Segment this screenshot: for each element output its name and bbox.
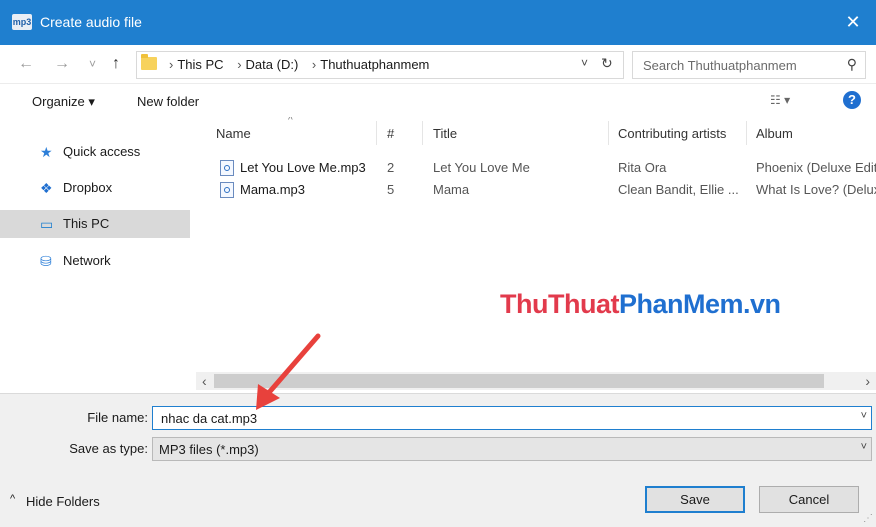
title-bar: mp3 Create audio file ✕ xyxy=(0,0,876,45)
breadcrumb-separator: › xyxy=(169,57,174,72)
file-artists: Rita Ora xyxy=(618,160,667,175)
view-options-icon[interactable]: ☷ ▾ xyxy=(770,93,790,107)
save-button[interactable]: Save xyxy=(645,486,745,513)
file-name: Mama.mp3 xyxy=(240,182,306,197)
file-name-input[interactable] xyxy=(159,410,853,427)
close-button[interactable]: ✕ xyxy=(830,0,876,45)
column-divider[interactable] xyxy=(608,121,609,145)
file-name: Let You Love Me.mp3 xyxy=(240,160,366,175)
chevron-up-icon: ^ xyxy=(10,493,16,505)
column-header-album[interactable]: Album xyxy=(756,126,793,141)
network-icon: ⛁ xyxy=(40,253,52,269)
resize-grip-icon[interactable]: ⋰ xyxy=(863,513,873,524)
save-as-type-label: Save as type: xyxy=(69,441,148,456)
breadcrumb-separator: › xyxy=(311,57,317,72)
folder-icon xyxy=(141,54,157,70)
column-header-contributing-artists[interactable]: Contributing artists xyxy=(618,126,726,141)
file-album: Phoenix (Deluxe Edit xyxy=(756,160,876,175)
organize-button[interactable]: Organize ▾ xyxy=(32,94,95,110)
column-divider[interactable] xyxy=(376,121,377,145)
column-header-row: ^ Name # Title Contributing artists Albu… xyxy=(196,117,876,149)
column-divider[interactable] xyxy=(746,121,747,145)
new-folder-button[interactable]: New folder xyxy=(137,94,199,109)
nav-item-network[interactable]: ⛁ Network xyxy=(0,247,190,275)
breadcrumb: › This PC › Data (D:) › Thuthuatphanmem xyxy=(163,57,433,72)
column-header-name[interactable]: Name xyxy=(216,126,251,141)
nav-item-label: Dropbox xyxy=(63,180,113,195)
command-bar: Organize ▾ New folder ☷ ▾ ? xyxy=(0,83,876,118)
search-box[interactable]: Search Thuthuatphanmem ⚲ xyxy=(632,51,866,79)
save-form-panel: File name: ˅ Save as type: MP3 files (*.… xyxy=(0,393,876,527)
watermark-logo: ThuThuatPhanMem.vn xyxy=(500,289,781,320)
file-track-number: 2 xyxy=(387,160,395,175)
save-as-type-select[interactable]: MP3 files (*.mp3) ˅ xyxy=(152,437,872,461)
nav-item-label: This PC xyxy=(63,216,110,231)
nav-item-label: Quick access xyxy=(63,144,141,159)
file-row[interactable]: Let You Love Me.mp3 2 Let You Love Me Ri… xyxy=(196,157,876,179)
back-arrow-icon[interactable]: ← xyxy=(18,55,34,73)
star-icon: ★ xyxy=(40,144,53,160)
breadcrumb-data-drive[interactable]: Data (D:) xyxy=(246,57,299,72)
sort-ascending-icon: ^ xyxy=(288,117,293,126)
watermark-part-2: PhanMem.vn xyxy=(618,289,781,319)
cancel-button[interactable]: Cancel xyxy=(759,486,859,513)
refresh-icon[interactable]: ↻ xyxy=(601,55,613,72)
column-header-title[interactable]: Title xyxy=(433,126,457,141)
file-artists: Clean Bandit, Ellie ... xyxy=(618,182,739,197)
search-input[interactable]: Search Thuthuatphanmem xyxy=(643,58,797,73)
audio-file-icon xyxy=(220,160,234,176)
file-name-dropdown-icon[interactable]: ˅ xyxy=(861,410,867,422)
up-arrow-icon[interactable]: ↑ xyxy=(112,55,120,73)
address-dropdown-icon[interactable]: ˅ xyxy=(581,56,588,70)
horizontal-scrollbar[interactable]: ‹ › xyxy=(196,372,876,390)
breadcrumb-this-pc[interactable]: This PC xyxy=(177,57,223,72)
audio-file-icon xyxy=(220,182,234,198)
mp3-app-icon: mp3 xyxy=(12,14,32,30)
nav-item-this-pc[interactable]: ▭ This PC xyxy=(0,210,190,238)
scrollbar-thumb[interactable] xyxy=(214,374,824,388)
file-name-label: File name: xyxy=(87,410,148,425)
watermark-part-1: ThuThuat xyxy=(500,289,619,319)
hide-folders-button[interactable]: ^ Hide Folders xyxy=(10,493,100,509)
save-as-type-value: MP3 files (*.mp3) xyxy=(159,442,259,457)
nav-item-dropbox[interactable]: ❖ Dropbox xyxy=(0,174,190,202)
address-row: ← → ˅ ↑ › This PC › Data (D:) › Thuthuatpha… xyxy=(0,45,876,83)
recent-locations-chevron-icon[interactable]: ˅ xyxy=(89,57,96,71)
scroll-right-arrow-icon[interactable]: › xyxy=(865,373,870,389)
nav-item-label: Network xyxy=(63,253,111,268)
file-title: Mama xyxy=(433,182,470,197)
breadcrumb-thuthuatphanmem[interactable]: Thuthuatphanmem xyxy=(320,57,429,72)
scroll-left-arrow-icon[interactable]: ‹ xyxy=(202,373,207,389)
column-divider[interactable] xyxy=(422,121,423,145)
file-list: ^ Name # Title Contributing artists Albu… xyxy=(196,117,876,372)
breadcrumb-separator: › xyxy=(237,57,242,72)
address-bar[interactable]: › This PC › Data (D:) › Thuthuatphanmem ˅ ↻ xyxy=(136,51,624,79)
save-as-type-dropdown-icon[interactable]: ˅ xyxy=(861,441,867,453)
file-row[interactable]: Mama.mp3 5 Mama Clean Bandit, Ellie ... … xyxy=(196,179,876,201)
file-album: What Is Love? (Delux xyxy=(756,182,876,197)
computer-icon: ▭ xyxy=(40,216,54,232)
file-name-field[interactable]: ˅ xyxy=(152,406,872,430)
column-header-track[interactable]: # xyxy=(387,126,394,141)
forward-arrow-icon[interactable]: → xyxy=(54,55,70,73)
search-icon[interactable]: ⚲ xyxy=(847,56,857,73)
hide-folders-label: Hide Folders xyxy=(26,494,100,509)
dropbox-icon: ❖ xyxy=(40,180,53,196)
window-title: Create audio file xyxy=(40,14,142,30)
file-track-number: 5 xyxy=(387,182,395,197)
navigation-pane: ★ Quick access ❖ Dropbox ▭ This PC ⛁ Net… xyxy=(0,117,190,393)
help-icon[interactable]: ? xyxy=(843,91,861,109)
file-title: Let You Love Me xyxy=(433,160,530,175)
nav-item-quick-access[interactable]: ★ Quick access xyxy=(0,138,190,166)
